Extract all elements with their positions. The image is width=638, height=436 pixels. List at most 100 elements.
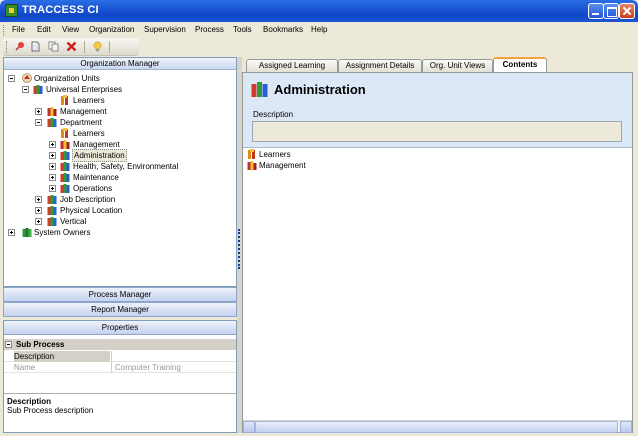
tree-item-label: Vertical — [60, 217, 87, 226]
minimize-button[interactable] — [588, 3, 604, 19]
books-icon — [33, 85, 43, 94]
menu-help[interactable]: Help — [311, 25, 327, 34]
menu-file[interactable]: File — [12, 25, 25, 34]
description-label: Description — [253, 110, 294, 119]
tab-assignment-details[interactable]: Assignment Details — [338, 59, 422, 72]
expand-icon[interactable] — [35, 218, 42, 225]
collapse-icon[interactable] — [35, 119, 42, 126]
toolbar-separator — [109, 41, 110, 53]
expand-icon[interactable] — [35, 207, 42, 214]
toolbar-grip[interactable] — [6, 41, 8, 53]
pin-icon[interactable] — [14, 41, 25, 52]
books-icon — [47, 217, 57, 226]
property-row-name[interactable]: Name Computer Training — [4, 362, 236, 373]
property-description-box: Description Sub Process description — [4, 393, 236, 432]
books-icon — [47, 195, 57, 204]
menu-supervision[interactable]: Supervision — [144, 25, 186, 34]
learners-icon — [61, 128, 68, 138]
tree-item-label: Department — [60, 118, 102, 127]
horizontal-scrollbar[interactable] — [243, 420, 632, 433]
report-manager-bar[interactable]: Report Manager — [3, 302, 237, 317]
description-field[interactable] — [252, 121, 622, 142]
system-owners-icon — [22, 228, 32, 237]
property-name: Name — [14, 363, 36, 372]
collapse-icon[interactable] — [8, 75, 15, 82]
tree-item-label: Maintenance — [73, 173, 119, 182]
books-icon — [60, 151, 70, 160]
properties-panel: Properties Sub Process Description Name … — [3, 320, 237, 433]
process-manager-bar[interactable]: Process Manager — [3, 287, 237, 302]
management-icon — [247, 161, 257, 170]
property-name: Description — [14, 351, 110, 362]
menu-edit[interactable]: Edit — [37, 25, 51, 34]
contents-panel: Administration Description Learners Mana… — [242, 72, 633, 433]
property-value[interactable]: Computer Training — [111, 362, 236, 373]
tree-item-label: Learners — [73, 129, 105, 138]
books-icon — [47, 118, 57, 127]
expand-icon[interactable] — [8, 229, 15, 236]
menu-bookmarks[interactable]: Bookmarks — [263, 25, 303, 34]
books-icon — [251, 82, 268, 97]
tab-assigned-learning[interactable]: Assigned Learning — [246, 59, 338, 72]
property-grid: Sub Process Description Name Computer Tr… — [4, 337, 236, 393]
property-value[interactable] — [111, 351, 236, 362]
tree-item-label: Health, Safety, Environmental — [73, 162, 179, 171]
menu-organization[interactable]: Organization — [89, 25, 134, 34]
tab-org-unit-views[interactable]: Org. Unit Views — [422, 59, 493, 72]
contents-header: Administration Description — [243, 73, 632, 148]
expand-icon[interactable] — [49, 141, 56, 148]
scroll-left-button[interactable] — [243, 421, 255, 433]
toolbar — [3, 38, 139, 56]
delete-icon[interactable] — [66, 41, 77, 52]
management-icon — [47, 107, 57, 116]
property-category[interactable]: Sub Process — [4, 339, 236, 350]
expand-icon[interactable] — [35, 196, 42, 203]
scroll-thumb[interactable] — [255, 421, 618, 433]
list-item-label: Learners — [259, 150, 291, 159]
collapse-icon[interactable] — [22, 86, 29, 93]
window-title: TRACCESS CI — [22, 4, 99, 16]
menu-process[interactable]: Process — [195, 25, 224, 34]
tree-item-label: Learners — [73, 96, 105, 105]
expand-icon[interactable] — [35, 108, 42, 115]
tab-strip: Assigned Learning Assignment Details Org… — [242, 57, 638, 72]
menu-tools[interactable]: Tools — [233, 25, 252, 34]
books-icon — [47, 206, 57, 215]
scroll-right-button[interactable] — [620, 421, 632, 433]
property-description-title: Description — [7, 397, 52, 406]
tree-item-label: Universal Enterprises — [46, 85, 123, 94]
books-icon — [60, 173, 70, 182]
document-icon[interactable] — [30, 41, 41, 52]
books-icon — [60, 184, 70, 193]
properties-header: Properties — [4, 321, 236, 335]
property-description-text: Sub Process description — [7, 406, 94, 415]
learners-icon — [248, 149, 255, 159]
splitter-grip[interactable] — [238, 229, 241, 269]
expand-icon[interactable] — [49, 163, 56, 170]
expand-icon[interactable] — [49, 185, 56, 192]
menu-view[interactable]: View — [62, 25, 79, 34]
app-icon — [5, 4, 18, 17]
tree-item-label: Management — [60, 107, 107, 116]
organization-manager-panel: Organization Manager Organization Units … — [3, 57, 237, 287]
copy-icon[interactable] — [48, 41, 59, 52]
maximize-button[interactable] — [603, 3, 619, 19]
tree-item-label: Job Description — [60, 195, 116, 204]
tree-item-label: System Owners — [34, 228, 91, 237]
management-icon — [60, 140, 70, 149]
lightbulb-icon[interactable] — [92, 41, 103, 52]
organization-manager-header[interactable]: Organization Manager — [4, 58, 236, 70]
expand-icon[interactable] — [49, 174, 56, 181]
tree-item-label: Physical Location — [60, 206, 123, 215]
title-bar: TRACCESS CI — [0, 0, 638, 22]
property-row-description[interactable]: Description — [4, 351, 236, 362]
menu-bar: File Edit View Organization Supervision … — [0, 22, 638, 38]
books-icon — [60, 162, 70, 171]
toolbar-separator — [84, 41, 85, 53]
close-button[interactable] — [619, 3, 635, 19]
tab-contents[interactable]: Contents — [493, 57, 547, 72]
collapse-icon[interactable] — [5, 341, 12, 348]
expand-icon[interactable] — [49, 152, 56, 159]
org-units-icon — [22, 73, 32, 83]
list-item-label: Management — [259, 161, 306, 170]
